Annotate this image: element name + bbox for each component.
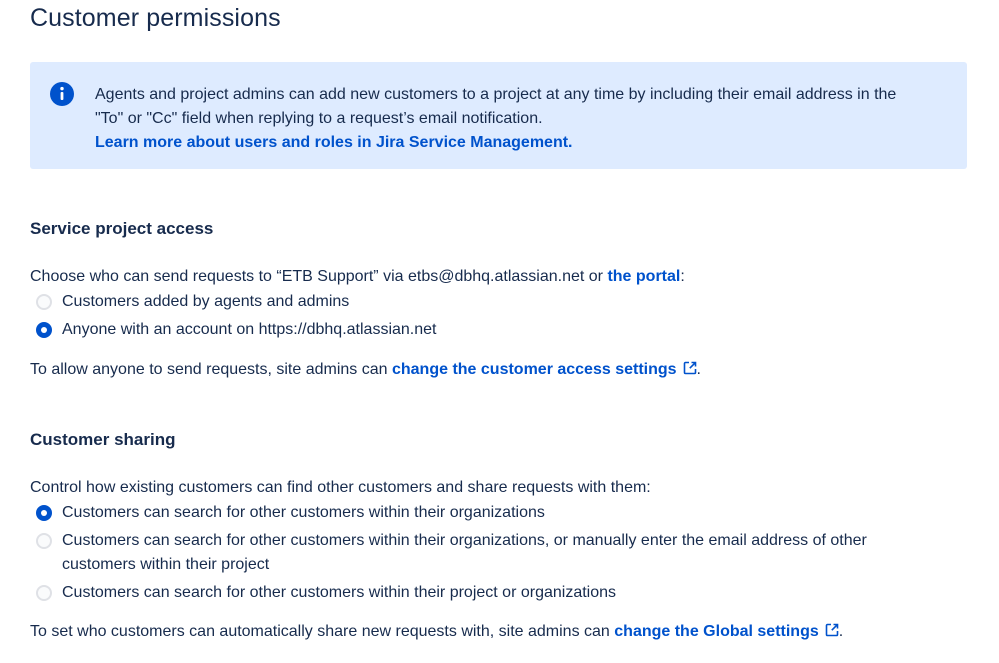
service-access-intro-suffix: : [680, 268, 685, 285]
radio-option-label: Customers can search for other customers… [62, 529, 867, 577]
service-access-heading: Service project access [30, 219, 214, 238]
customer-sharing-note-suffix: . [838, 623, 844, 640]
radio-option-anyone-with-account[interactable]: Anyone with an account on https://dbhq.a… [30, 318, 436, 342]
radio-option-label: Customers can search for other customers… [62, 504, 545, 521]
customer-sharing-note: To set who customers can automatically s… [30, 621, 843, 643]
customer-sharing-intro: Control how existing customers can find … [30, 479, 651, 496]
info-panel: Agents and project admins can add new cu… [30, 62, 967, 169]
page-title: Customer permissions [30, 4, 281, 32]
service-access-note: To allow anyone to send requests, site a… [30, 359, 701, 381]
radio-option-label: Customers can search for other customers… [62, 584, 617, 601]
service-access-intro-text: Choose who can send requests to “ETB Sup… [30, 268, 608, 285]
service-access-note-suffix: . [696, 361, 701, 378]
radio-option-label: Customers added by agents and admins [62, 293, 350, 310]
portal-link[interactable]: the portal [607, 268, 680, 285]
info-icon [50, 82, 74, 106]
external-link-icon [683, 361, 696, 375]
service-access-note-text: To allow anyone to send requests, site a… [30, 361, 392, 378]
radio-button-unselected[interactable] [36, 585, 52, 601]
radio-option-label-line-2: customers within their project [62, 556, 270, 573]
radio-option-label-line-1: Customers can search for other customers… [62, 532, 867, 549]
external-link-icon [825, 623, 839, 637]
radio-button-selected[interactable] [36, 322, 52, 338]
info-message-line-1: Agents and project admins can add new cu… [95, 86, 897, 103]
radio-option-customers-added-by-agents[interactable]: Customers added by agents and admins [30, 290, 349, 314]
service-access-intro: Choose who can send requests to “ETB Sup… [30, 266, 685, 288]
radio-button-selected[interactable] [36, 505, 52, 521]
radio-button-unselected[interactable] [36, 533, 52, 549]
radio-button-unselected[interactable] [36, 294, 52, 310]
radio-option-search-project-or-organizations[interactable]: Customers can search for other customers… [30, 581, 616, 605]
customer-sharing-heading: Customer sharing [30, 430, 176, 449]
radio-option-label: Anyone with an account on https://dbhq.a… [62, 321, 437, 338]
customer-access-settings-link-label: change the customer access settings [391, 361, 677, 378]
global-settings-link-label: change the Global settings [614, 623, 819, 640]
radio-option-search-within-organizations[interactable]: Customers can search for other customers… [30, 501, 545, 525]
customer-sharing-note-text: To set who customers can automatically s… [30, 623, 615, 640]
customer-access-settings-link[interactable]: change the customer access settings [392, 361, 697, 378]
info-message: Agents and project admins can add new cu… [95, 83, 945, 155]
radio-option-search-or-enter-email[interactable]: Customers can search for other customers… [30, 529, 867, 577]
global-settings-link[interactable]: change the Global settings [614, 623, 839, 640]
info-message-line-2: "To" or "Cc" field when replying to a re… [95, 110, 543, 127]
learn-more-link[interactable]: Learn more about users and roles in Jira… [95, 134, 573, 151]
